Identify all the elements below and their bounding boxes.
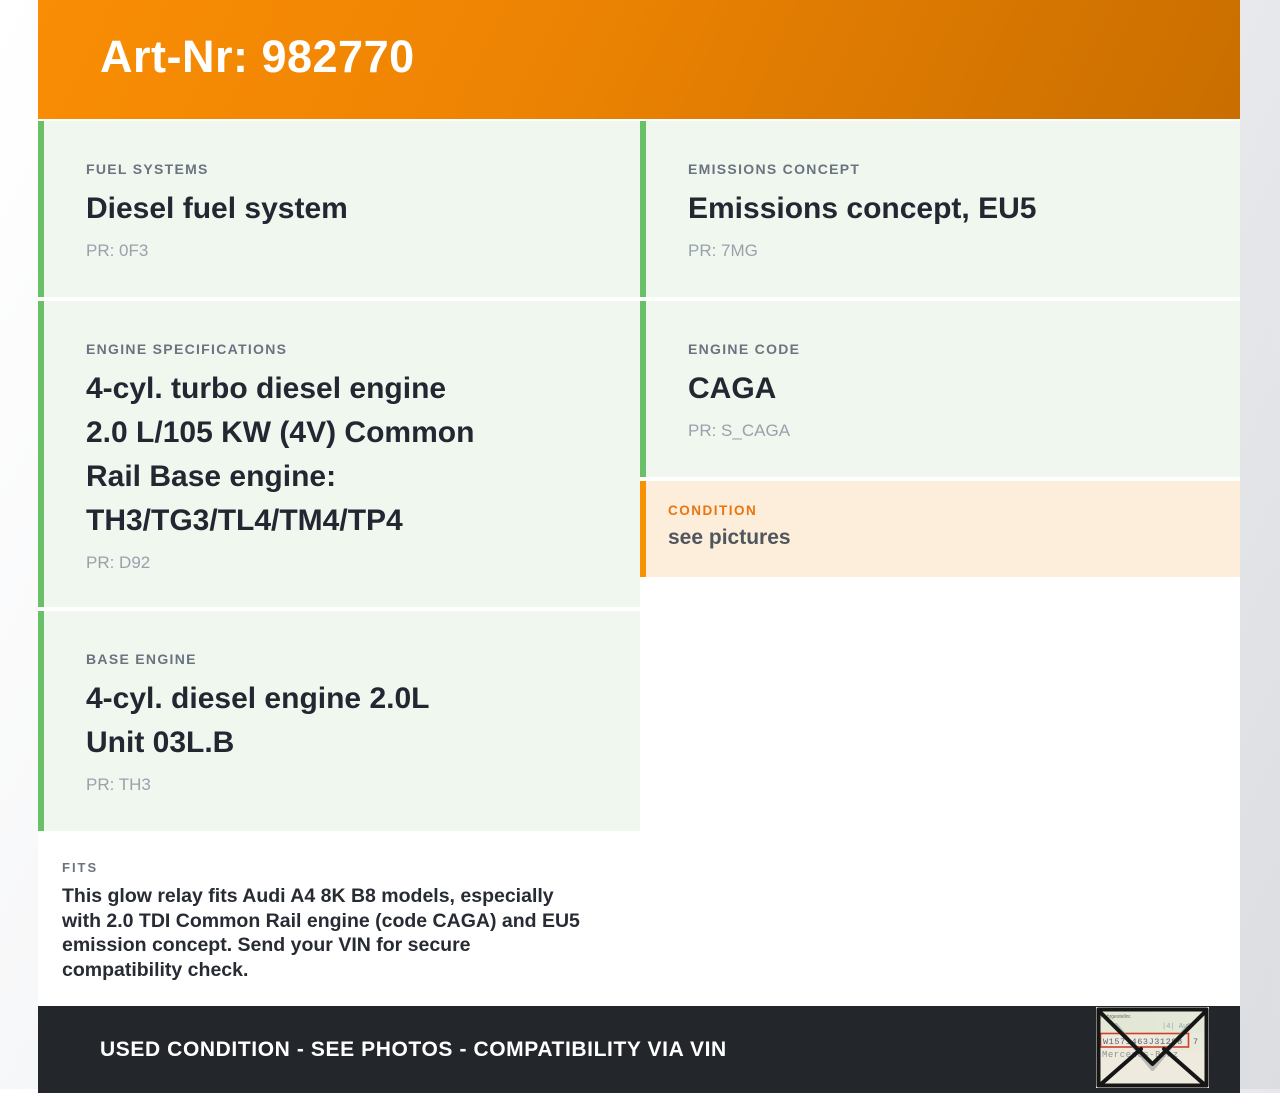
card-label: EMISSIONS CONCEPT xyxy=(688,161,861,177)
right-column: EMISSIONS CONCEPT Emissions concept, EU5… xyxy=(640,121,1240,581)
card-engine-code: ENGINE CODE CAGA PR: S_CAGA xyxy=(640,301,1240,477)
card-fits: FITS This glow relay fits Audi A4 8K B8 … xyxy=(38,835,640,1002)
card-pr-code: PR: TH3 xyxy=(86,775,151,794)
footer-bar: USED CONDITION - SEE PHOTOS - COMPATIBIL… xyxy=(38,1006,1240,1093)
card-label: FUEL SYSTEMS xyxy=(86,161,209,177)
card-title: 4-cyl. turbo diesel engine 2.0 L/105 KW … xyxy=(86,372,475,537)
card-label: BASE ENGINE xyxy=(86,651,197,667)
card-base-engine: BASE ENGINE 4-cyl. diesel engine 2.0L Un… xyxy=(38,611,640,831)
card-title: Diesel fuel system xyxy=(86,192,348,225)
article-number-title: Art-Nr: 982770 xyxy=(100,30,415,82)
content-area: FUEL SYSTEMS Diesel fuel system PR: 0F3 … xyxy=(38,119,1240,1006)
condition-value: see pictures xyxy=(668,526,791,549)
listing-panel: Art-Nr: 982770 FUEL SYSTEMS Diesel fuel … xyxy=(38,0,1240,1093)
card-pr-code: PR: D92 xyxy=(86,553,151,572)
card-title: Emissions concept, EU5 xyxy=(688,192,1037,225)
card-label: ENGINE SPECIFICATIONS xyxy=(86,341,288,357)
vin-number-suffix: 7 xyxy=(1193,1037,1198,1047)
card-label: FITS xyxy=(62,860,99,875)
card-pr-code: PR: S_CAGA xyxy=(688,421,791,440)
card-pr-code: PR: 7MG xyxy=(688,241,758,260)
left-column: FUEL SYSTEMS Diesel fuel system PR: 0F3 … xyxy=(38,121,640,1006)
card-label: CONDITION xyxy=(668,503,758,518)
footer-note: USED CONDITION - SEE PHOTOS - COMPATIBIL… xyxy=(100,1037,727,1061)
card-title: CAGA xyxy=(688,372,777,405)
card-emissions-concept: EMISSIONS CONCEPT Emissions concept, EU5… xyxy=(640,121,1240,297)
card-fuel-systems: FUEL SYSTEMS Diesel fuel system PR: 0F3 xyxy=(38,121,640,297)
header-banner: Art-Nr: 982770 xyxy=(38,0,1240,119)
card-pr-code: PR: 0F3 xyxy=(86,241,149,260)
card-title: 4-cyl. diesel engine 2.0L Unit 03L.B xyxy=(86,682,430,759)
fits-description: This glow relay fits Audi A4 8K B8 model… xyxy=(62,885,580,981)
card-condition: CONDITION see pictures xyxy=(640,481,1240,577)
card-engine-specifications: ENGINE SPECIFICATIONS 4-cyl. turbo diese… xyxy=(38,301,640,607)
card-label: ENGINE CODE xyxy=(688,341,801,357)
vin-label-photo: Fahrgestellnr. |4| Au W1571463J31298 7 M… xyxy=(1096,1007,1209,1088)
